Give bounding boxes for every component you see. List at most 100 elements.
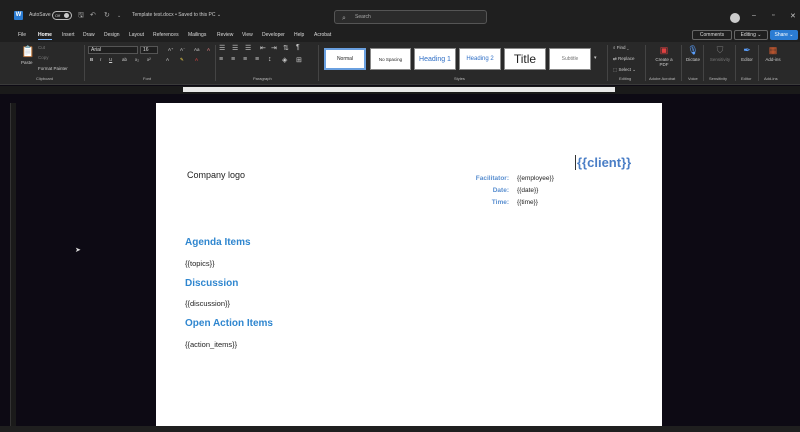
addins-button[interactable]: ▦ Add-ins bbox=[760, 45, 786, 62]
align-left-icon[interactable]: ≡ bbox=[219, 56, 223, 63]
tab-view[interactable]: View bbox=[242, 32, 253, 38]
section-heading: Open Action Items bbox=[185, 318, 273, 329]
section-heading: Agenda Items bbox=[185, 237, 251, 248]
style-no-spacing-label: No Spacing bbox=[378, 56, 403, 62]
grow-font-button[interactable]: A⁺ bbox=[168, 47, 173, 53]
tab-review[interactable]: Review bbox=[217, 32, 233, 38]
style-normal[interactable]: Normal bbox=[324, 48, 366, 70]
search-icon: ⌕ bbox=[342, 15, 346, 22]
font-name-select[interactable]: Arial bbox=[88, 46, 138, 54]
tab-acrobat[interactable]: Acrobat bbox=[314, 32, 331, 38]
section-body: {{discussion}} bbox=[185, 299, 231, 308]
redo-icon[interactable]: ↻ bbox=[104, 11, 110, 19]
style-heading-1[interactable]: Heading 1 bbox=[414, 48, 456, 70]
shrink-font-button[interactable]: A⁻ bbox=[180, 47, 185, 53]
increase-indent-icon[interactable]: ⇥ bbox=[271, 44, 277, 52]
editor-label: Editor bbox=[741, 57, 753, 62]
text-effects-button[interactable]: A bbox=[166, 57, 169, 62]
clipboard-group-label: Clipboard bbox=[36, 76, 54, 81]
customize-qat-icon[interactable]: ⌄ bbox=[117, 13, 121, 19]
editing-group-label: Editing bbox=[619, 76, 632, 81]
editor-button[interactable]: ✒ Editor bbox=[734, 45, 760, 62]
divider bbox=[645, 45, 646, 81]
italic-button[interactable]: I bbox=[100, 57, 101, 62]
borders-icon[interactable]: ⊞ bbox=[296, 56, 302, 64]
tab-developer[interactable]: Developer bbox=[262, 32, 285, 38]
sensitivity-button[interactable]: ⛉ Sensitivity bbox=[707, 45, 733, 62]
text-cursor bbox=[575, 155, 576, 170]
share-button[interactable]: Share ⌄ bbox=[770, 30, 798, 40]
style-heading-2[interactable]: Heading 2 bbox=[459, 48, 501, 70]
bullets-icon[interactable]: ☰ bbox=[219, 44, 225, 52]
font-group-label: Font bbox=[143, 76, 152, 81]
style-heading-2-label: Heading 2 bbox=[466, 56, 494, 62]
font-size-select[interactable]: 16 bbox=[140, 46, 158, 54]
justify-icon[interactable]: ≡ bbox=[255, 56, 259, 63]
document-page[interactable]: Company logo {{client}} Facilitator: {{e… bbox=[156, 103, 662, 432]
select-label: Select ⌄ bbox=[618, 67, 637, 72]
style-no-spacing[interactable]: No Spacing bbox=[370, 48, 411, 70]
line-spacing-icon[interactable]: ↕ bbox=[268, 56, 272, 63]
clear-formatting-icon[interactable]: A bbox=[207, 47, 210, 52]
sort-icon[interactable]: ⇅ bbox=[283, 44, 289, 52]
tab-layout[interactable]: Layout bbox=[129, 32, 144, 38]
strikethrough-button[interactable]: ab bbox=[122, 57, 127, 62]
styles-more-icon[interactable]: ▾ bbox=[594, 55, 597, 61]
editing-mode-button[interactable]: Editing ⌄ bbox=[734, 30, 768, 40]
align-center-icon[interactable]: ≡ bbox=[231, 56, 235, 63]
autosave-toggle[interactable]: Off bbox=[52, 11, 72, 20]
show-marks-icon[interactable]: ¶ bbox=[296, 44, 300, 51]
cut-button[interactable]: Cut bbox=[38, 45, 45, 50]
underline-button[interactable]: U bbox=[109, 57, 112, 62]
style-subtitle[interactable]: Subtitle bbox=[549, 48, 591, 70]
account-avatar[interactable] bbox=[730, 13, 740, 23]
bold-button[interactable]: B bbox=[90, 57, 93, 62]
subscript-button[interactable]: x₂ bbox=[135, 57, 139, 62]
style-title-label: Title bbox=[513, 52, 537, 66]
change-case-button[interactable]: Aa bbox=[194, 47, 200, 52]
tab-home[interactable]: Home bbox=[38, 32, 52, 40]
status-bar bbox=[0, 426, 800, 432]
divider bbox=[318, 45, 319, 81]
style-heading-1-label: Heading 1 bbox=[419, 55, 451, 63]
shading-icon[interactable]: ◈ bbox=[282, 56, 287, 64]
select-button[interactable]: ⬚ Select ⌄ bbox=[613, 67, 636, 73]
align-right-icon[interactable]: ≡ bbox=[243, 56, 247, 63]
restore-icon[interactable]: ▫ bbox=[772, 12, 774, 19]
dictate-button[interactable]: 🎙 Dictate bbox=[680, 45, 706, 62]
font-color-button[interactable]: A bbox=[195, 57, 198, 62]
style-title[interactable]: Title bbox=[504, 48, 546, 70]
format-painter-button[interactable]: Format Painter bbox=[38, 66, 68, 71]
close-icon[interactable]: ✕ bbox=[790, 12, 796, 20]
tab-mailings[interactable]: Mailings bbox=[188, 32, 206, 38]
decrease-indent-icon[interactable]: ⇤ bbox=[260, 44, 266, 52]
vertical-ruler[interactable] bbox=[10, 103, 16, 432]
find-button[interactable]: ⌕ Find ⌄ bbox=[613, 45, 629, 50]
save-icon[interactable]: 🖫 bbox=[78, 11, 84, 22]
replace-button[interactable]: ⇄ Replace bbox=[613, 56, 635, 62]
undo-icon[interactable]: ↶ bbox=[90, 11, 96, 19]
addins-grid-icon: ▦ bbox=[768, 45, 778, 55]
highlight-icon[interactable]: ✎ bbox=[180, 57, 184, 63]
search-box[interactable]: ⌕ Search bbox=[334, 10, 487, 24]
tab-help[interactable]: Help bbox=[294, 32, 304, 38]
paste-label[interactable]: Paste bbox=[21, 60, 33, 65]
tab-design[interactable]: Design bbox=[104, 32, 120, 38]
tab-file[interactable]: File bbox=[18, 32, 26, 38]
paste-icon[interactable]: 📋 bbox=[21, 45, 35, 58]
replace-label: Replace bbox=[618, 56, 635, 61]
superscript-button[interactable]: x² bbox=[147, 57, 151, 62]
tab-draw[interactable]: Draw bbox=[83, 32, 95, 38]
facilitator-value: {{employee}} bbox=[517, 175, 554, 182]
acrobat-group-label: Adobe Acrobat bbox=[649, 76, 676, 81]
time-label: Time: bbox=[491, 199, 509, 206]
copy-button[interactable]: Copy bbox=[38, 55, 49, 60]
document-title[interactable]: Template test.docx • Saved to this PC ⌄ bbox=[132, 12, 221, 18]
multilevel-list-icon[interactable]: ☰ bbox=[245, 44, 251, 52]
comments-button[interactable]: Comments bbox=[692, 30, 732, 40]
create-pdf-button[interactable]: ▣ Create a PDF bbox=[651, 45, 677, 67]
numbering-icon[interactable]: ☰ bbox=[232, 44, 238, 52]
tab-insert[interactable]: Insert bbox=[62, 32, 75, 38]
tab-references[interactable]: References bbox=[153, 32, 179, 38]
minimize-icon[interactable]: – bbox=[752, 12, 756, 19]
